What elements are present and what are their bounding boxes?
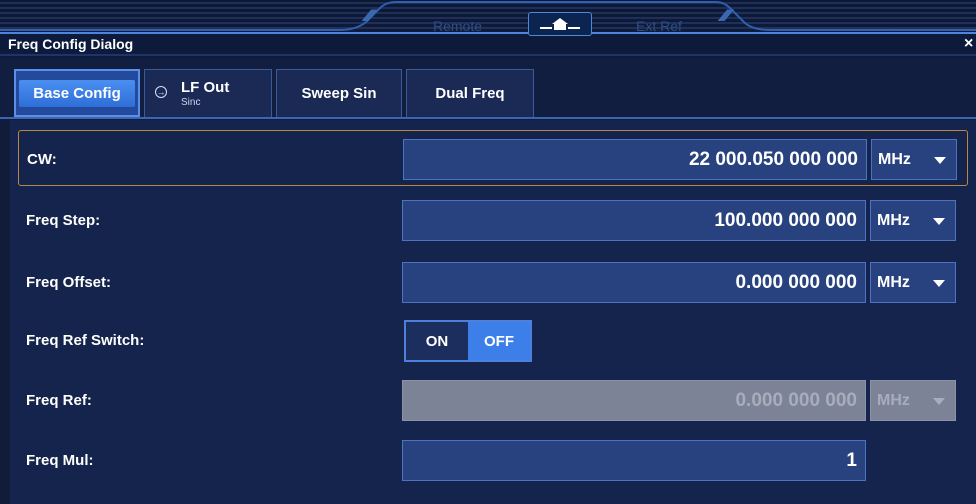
cw-unit-select[interactable]: MHz — [871, 139, 957, 180]
freq-ref-switch-label: Freq Ref Switch: — [26, 332, 145, 349]
freq-ref-switch-toggle[interactable]: ON OFF — [404, 320, 532, 362]
home-icon — [540, 18, 580, 30]
cw-unit-value: MHz — [878, 150, 911, 168]
remote-status: Remote — [433, 18, 483, 34]
toggle-on-option[interactable]: ON — [406, 322, 468, 360]
cw-input[interactable]: 22 000.050 000 000 — [403, 139, 867, 180]
freq-ref-row: Freq Ref: 0.000 000 000 MHz — [18, 372, 968, 428]
lf-out-icon: → — [155, 86, 167, 98]
header-decoration-right: ⁄⁄⁄⁄ — [722, 6, 730, 25]
home-button[interactable] — [528, 12, 592, 36]
cw-label: CW: — [27, 151, 57, 168]
freq-offset-input[interactable]: 0.000 000 000 — [402, 262, 866, 303]
freq-ref-label: Freq Ref: — [26, 392, 92, 409]
title-bar-swoosh — [0, 1, 976, 56]
tab-label: Base Config — [19, 79, 135, 107]
freq-step-input[interactable]: 100.000 000 000 — [402, 200, 866, 241]
freq-offset-row: Freq Offset: 0.000 000 000 MHz — [18, 254, 968, 310]
freq-step-row: Freq Step: 100.000 000 000 MHz — [18, 192, 968, 248]
freq-mul-row: Freq Mul: 1 — [18, 432, 968, 488]
ext-ref-status: Ext Ref — [636, 18, 682, 34]
freq-ref-switch-row: Freq Ref Switch: ON OFF — [18, 312, 968, 368]
freq-ref-input: 0.000 000 000 — [402, 380, 866, 421]
freq-mul-label: Freq Mul: — [26, 452, 94, 469]
tab-label: Dual Freq — [435, 85, 505, 102]
freq-ref-unit-select: MHz — [870, 380, 956, 421]
freq-step-label: Freq Step: — [26, 212, 101, 229]
header-decoration-left: ⁄⁄⁄⁄ — [366, 6, 374, 25]
tab-label: Sweep Sin — [301, 85, 377, 102]
tab-sublabel: Sinc — [181, 97, 201, 108]
tab-label: LF Out — [181, 79, 230, 96]
dialog-title: Freq Config Dialog — [8, 36, 134, 52]
freq-step-unit-select[interactable]: MHz — [870, 200, 956, 241]
tab-sweep-sin[interactable]: Sweep Sin — [276, 69, 402, 117]
cw-row[interactable]: CW: 22 000.050 000 000 MHz — [18, 130, 968, 186]
base-config-panel: CW: 22 000.050 000 000 MHz Freq Step: 10… — [10, 120, 976, 504]
tab-base-config[interactable]: Base Config — [14, 69, 140, 117]
close-icon[interactable]: × — [964, 35, 973, 53]
freq-step-unit-value: MHz — [877, 211, 910, 229]
chevron-down-icon — [933, 280, 945, 287]
chevron-down-icon — [933, 218, 945, 225]
freq-offset-unit-value: MHz — [877, 273, 910, 291]
tab-bar-divider — [0, 117, 976, 119]
tab-dual-freq[interactable]: Dual Freq — [406, 69, 534, 117]
freq-offset-label: Freq Offset: — [26, 274, 112, 291]
chevron-down-icon — [934, 157, 946, 164]
toggle-off-option[interactable]: OFF — [468, 322, 530, 360]
freq-ref-unit-value: MHz — [877, 391, 910, 409]
chevron-down-icon — [933, 398, 945, 405]
title-bar: ⁄⁄⁄⁄ Remote Ext Ref ⁄⁄⁄⁄ Freq Config Dia… — [0, 0, 976, 58]
freq-mul-input[interactable]: 1 — [402, 440, 866, 481]
tab-lf-out[interactable]: → LF Out Sinc — [144, 69, 272, 117]
freq-offset-unit-select[interactable]: MHz — [870, 262, 956, 303]
